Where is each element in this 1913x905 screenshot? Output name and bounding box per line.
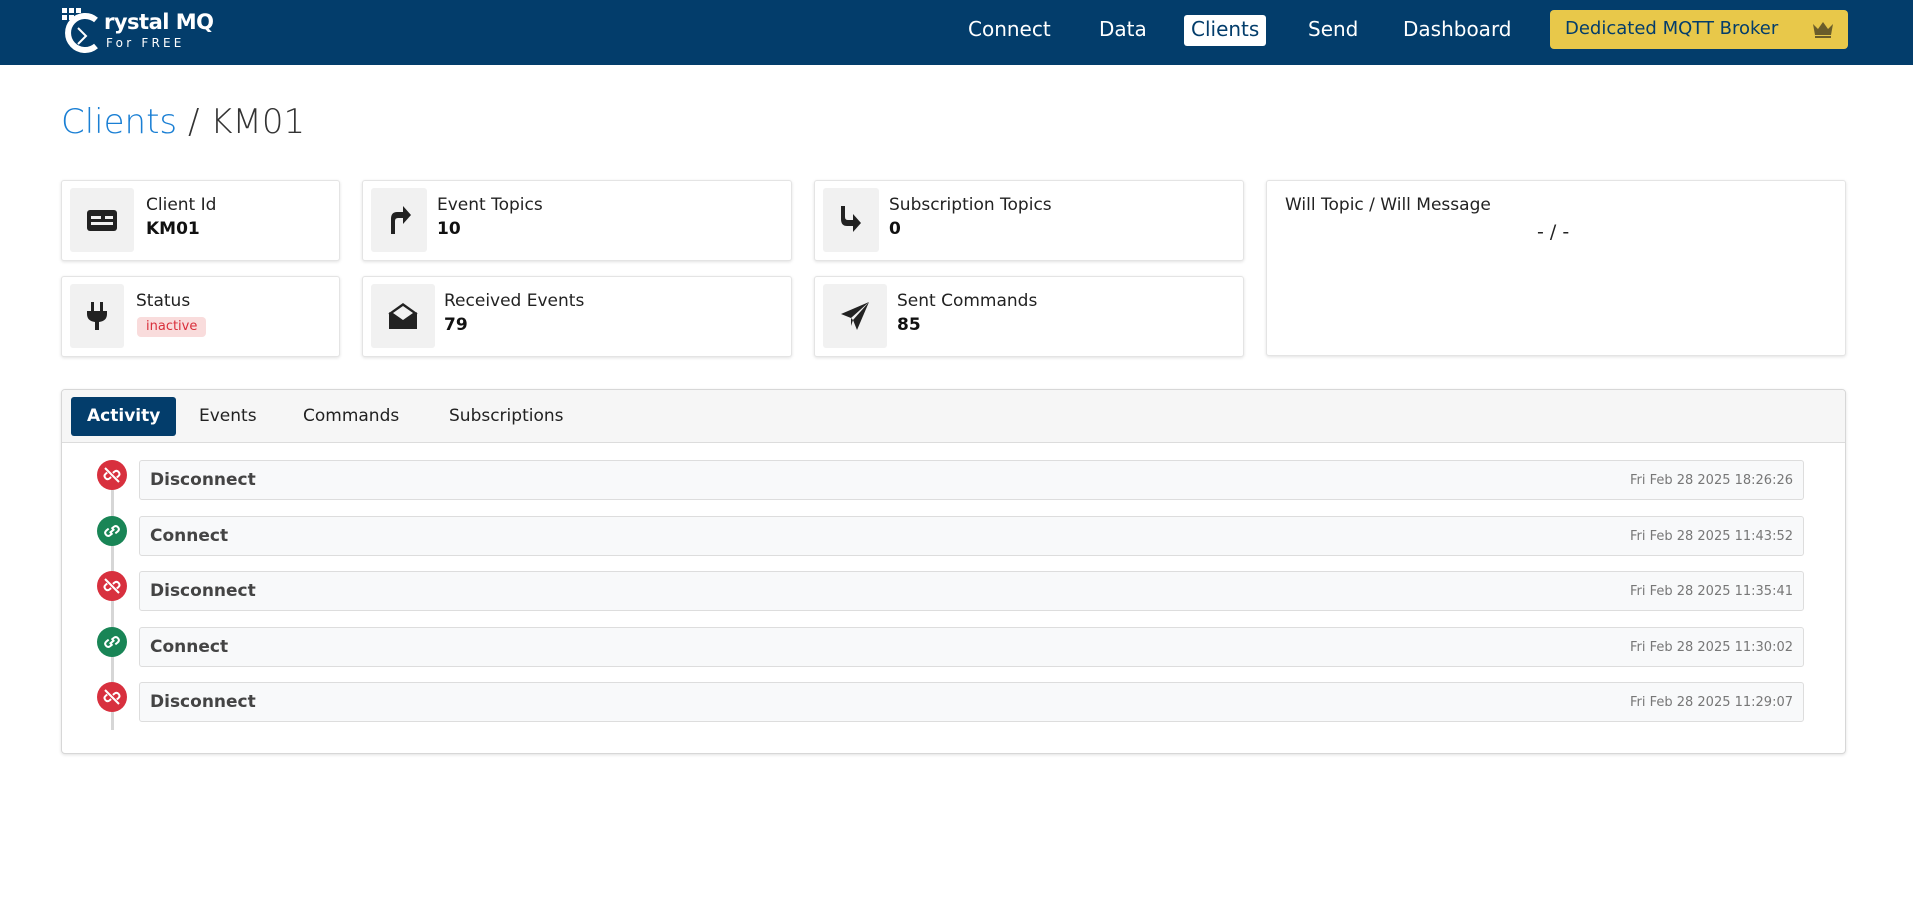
- timeline-event-name: Disconnect: [150, 470, 256, 490]
- breadcrumb-clients-link[interactable]: Clients: [61, 102, 177, 142]
- crystal-logo-icon: [62, 8, 98, 53]
- timeline-item: Disconnect Fri Feb 28 2025 11:35:41: [62, 571, 1845, 613]
- timeline-item: Disconnect Fri Feb 28 2025 11:29:07: [62, 682, 1845, 724]
- timeline-dot-disconnect: [97, 682, 127, 712]
- will-label: Will Topic / Will Message: [1285, 195, 1491, 215]
- will-card: Will Topic / Will Message - / -: [1266, 180, 1846, 356]
- subscription-topics-icon-box: [823, 188, 879, 252]
- timeline-event-name: Disconnect: [150, 581, 256, 601]
- top-navbar: rystal MQ For FREE Connect Data Clients …: [0, 0, 1913, 65]
- nav-data[interactable]: Data: [1099, 15, 1147, 46]
- nav-clients[interactable]: Clients: [1184, 15, 1267, 46]
- broken-link-icon: [103, 689, 121, 705]
- timeline-dot-connect: [97, 516, 127, 546]
- sent-commands-label: Sent Commands: [897, 291, 1038, 311]
- timeline-event-time: Fri Feb 28 2025 11:29:07: [1629, 695, 1793, 710]
- brand-tagline: For FREE: [106, 36, 185, 50]
- timeline-dot-disconnect: [97, 571, 127, 601]
- status-card: Status inactive: [61, 276, 340, 357]
- client-id-value: KM01: [146, 219, 200, 239]
- timeline-event-time: Fri Feb 28 2025 11:35:41: [1629, 584, 1793, 599]
- brand-name: rystal MQ: [104, 10, 214, 34]
- tab-subscriptions[interactable]: Subscriptions: [433, 397, 579, 436]
- tab-activity[interactable]: Activity: [71, 397, 177, 436]
- page-title: Clients / KM01: [61, 102, 305, 142]
- sent-commands-card: Sent Commands 85: [814, 276, 1244, 357]
- dedicated-broker-button[interactable]: Dedicated MQTT Broker: [1550, 10, 1848, 49]
- timeline-entry: Disconnect Fri Feb 28 2025 11:29:07: [139, 682, 1804, 722]
- link-icon: [104, 636, 120, 648]
- timeline-event-name: Connect: [150, 637, 229, 657]
- client-id-label: Client Id: [146, 195, 217, 215]
- subscription-topics-card: Subscription Topics 0: [814, 180, 1244, 261]
- link-icon: [104, 525, 120, 537]
- will-value: - / -: [1537, 221, 1570, 243]
- subscription-topics-value: 0: [889, 219, 901, 239]
- broken-link-icon: [103, 467, 121, 483]
- event-topics-card: Event Topics 10: [362, 180, 792, 261]
- breadcrumb-current: KM01: [210, 102, 306, 142]
- arrow-turn-up-icon: [391, 206, 411, 234]
- received-events-value: 79: [444, 315, 468, 335]
- nav-send[interactable]: Send: [1308, 15, 1358, 46]
- timeline-entry: Disconnect Fri Feb 28 2025 11:35:41: [139, 571, 1804, 611]
- crown-icon: [1813, 22, 1833, 38]
- client-id-icon-box: [70, 188, 134, 252]
- timeline-dot-disconnect: [97, 460, 127, 490]
- breadcrumb-separator: /: [187, 102, 200, 142]
- timeline-dot-connect: [97, 627, 127, 657]
- timeline-item: Disconnect Fri Feb 28 2025 18:26:26: [62, 460, 1845, 502]
- dedicated-broker-label: Dedicated MQTT Broker: [1565, 18, 1779, 39]
- sent-commands-value: 85: [897, 315, 921, 335]
- plug-icon: [87, 302, 107, 330]
- envelope-open-icon: [388, 303, 418, 329]
- arrow-turn-down-icon: [841, 206, 861, 232]
- status-badge: inactive: [137, 317, 207, 337]
- received-events-card: Received Events 79: [362, 276, 792, 357]
- tab-bar: Activity Events Commands Subscriptions: [62, 390, 1845, 443]
- brand-logo[interactable]: rystal MQ For FREE: [60, 6, 220, 54]
- event-topics-icon-box: [371, 188, 427, 252]
- client-id-card: Client Id KM01: [61, 180, 340, 261]
- status-icon-box: [70, 284, 124, 348]
- timeline-item: Connect Fri Feb 28 2025 11:43:52: [62, 516, 1845, 558]
- timeline-entry: Disconnect Fri Feb 28 2025 18:26:26: [139, 460, 1804, 500]
- status-label: Status: [136, 291, 191, 311]
- received-events-label: Received Events: [444, 291, 585, 311]
- client-detail-tabs-panel: Activity Events Commands Subscriptions D…: [61, 389, 1846, 754]
- timeline-event-time: Fri Feb 28 2025 11:30:02: [1629, 640, 1793, 655]
- tab-commands[interactable]: Commands: [287, 397, 415, 436]
- nav-dashboard[interactable]: Dashboard: [1403, 15, 1512, 46]
- subscription-topics-label: Subscription Topics: [889, 195, 1052, 215]
- timeline-entry: Connect Fri Feb 28 2025 11:43:52: [139, 516, 1804, 556]
- received-events-icon-box: [371, 284, 435, 348]
- tab-events[interactable]: Events: [183, 397, 273, 436]
- timeline-event-time: Fri Feb 28 2025 18:26:26: [1629, 473, 1793, 488]
- paper-plane-icon: [841, 302, 869, 330]
- timeline-event-time: Fri Feb 28 2025 11:43:52: [1629, 529, 1793, 544]
- id-card-icon: [87, 210, 117, 231]
- event-topics-label: Event Topics: [437, 195, 543, 215]
- timeline-entry: Connect Fri Feb 28 2025 11:30:02: [139, 627, 1804, 667]
- timeline-item: Connect Fri Feb 28 2025 11:30:02: [62, 627, 1845, 669]
- broken-link-icon: [103, 578, 121, 594]
- timeline-event-name: Disconnect: [150, 692, 256, 712]
- event-topics-value: 10: [437, 219, 461, 239]
- sent-commands-icon-box: [823, 284, 887, 348]
- timeline-event-name: Connect: [150, 526, 229, 546]
- nav-connect[interactable]: Connect: [968, 15, 1051, 46]
